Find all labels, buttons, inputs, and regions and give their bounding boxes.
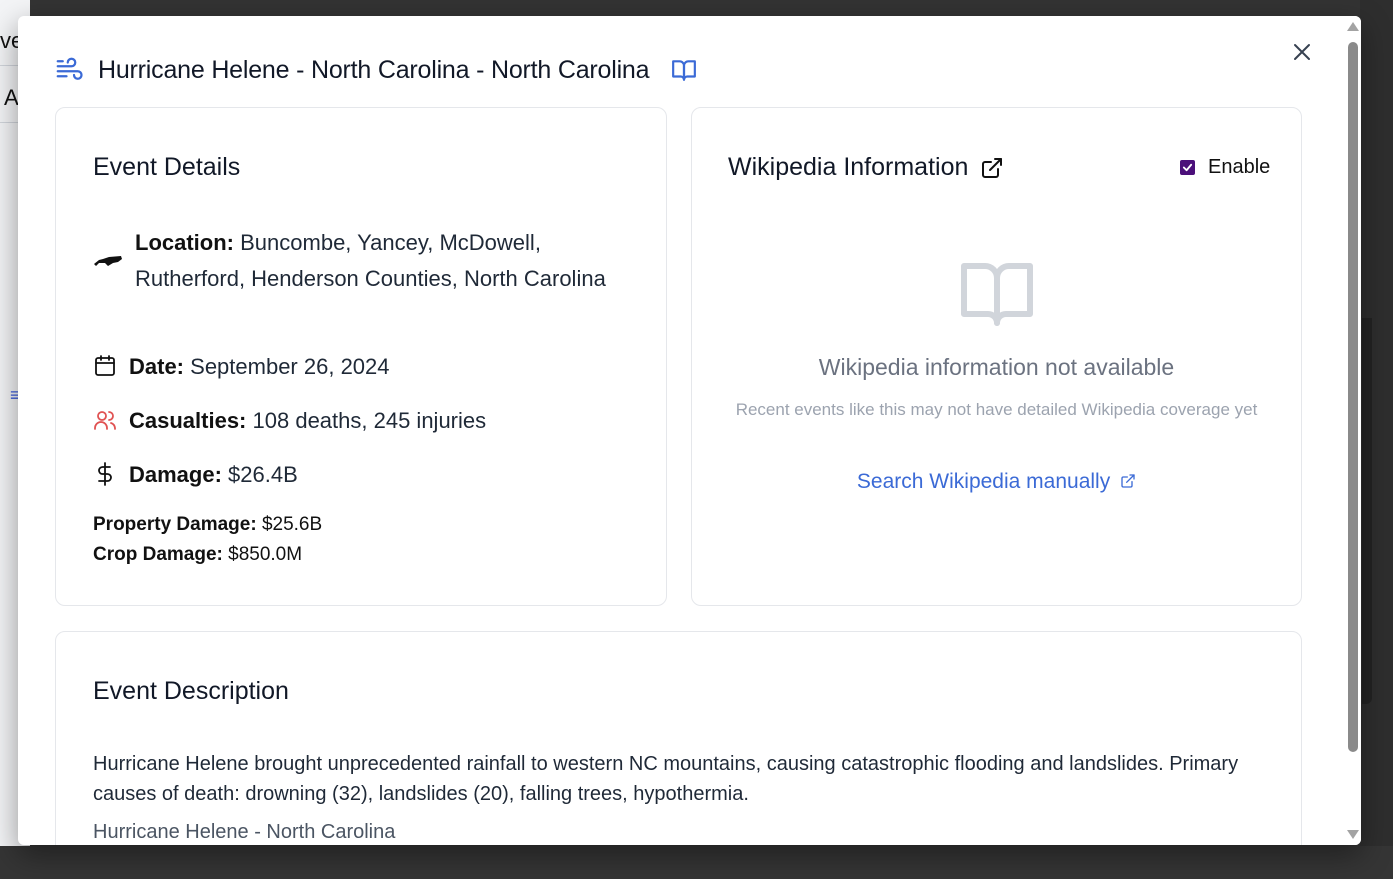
date-row: Date: September 26, 2024 — [93, 354, 390, 380]
location-label: Location: — [135, 230, 234, 255]
location-text: Location: Buncombe, Yancey, McDowell, Ru… — [135, 225, 613, 297]
event-description-card: Event Description Hurricane Helene broug… — [55, 631, 1302, 845]
wikipedia-unavailable-subtitle: Recent events like this may not have det… — [735, 400, 1258, 419]
users-icon — [94, 411, 116, 430]
event-details-heading: Event Details — [93, 153, 241, 181]
enable-toggle[interactable]: Enable — [1180, 156, 1270, 179]
property-damage-label: Property Damage: — [93, 514, 257, 535]
event-name: Hurricane Helene - North Carolina — [93, 821, 396, 843]
search-wikipedia-label: Search Wikipedia manually — [856, 470, 1111, 493]
scroll-up-arrow[interactable] — [1347, 22, 1359, 31]
crop-damage-row: Crop Damage: $850.0M — [93, 544, 302, 566]
background-page-right — [1360, 0, 1393, 879]
event-description-heading: Event Description — [93, 677, 289, 705]
external-link-icon[interactable] — [980, 156, 1004, 180]
background-text: A — [4, 85, 19, 110]
wikipedia-card: Wikipedia Information Enable Wikipedia i… — [691, 107, 1302, 606]
scrollbar-thumb[interactable] — [1348, 42, 1358, 752]
damage-label: Damage: — [129, 462, 222, 487]
date-value: September 26, 2024 — [190, 354, 390, 379]
scroll-down-arrow[interactable] — [1347, 830, 1359, 839]
property-damage-value: $25.6B — [261, 514, 323, 535]
calendar-icon — [95, 355, 115, 376]
crop-damage-label: Crop Damage: — [93, 544, 223, 565]
property-damage-row: Property Damage: $25.6B — [93, 514, 322, 536]
casualties-value: 108 deaths, 245 injuries — [252, 408, 487, 433]
casualties-label: Casualties: — [129, 408, 247, 433]
modal-scrollbar[interactable] — [1344, 16, 1361, 845]
background-panel — [1362, 318, 1372, 704]
close-icon — [1294, 44, 1310, 60]
damage-row: Damage: $26.4B — [93, 462, 298, 488]
close-button[interactable] — [1290, 40, 1314, 64]
modal-title: Hurricane Helene - North Carolina - Nort… — [98, 55, 650, 84]
event-details-card: Event Details Location: Buncombe, Yancey… — [55, 107, 667, 606]
location-row: Location: Buncombe, Yancey, McDowell, Ru… — [93, 225, 613, 297]
damage-value: $26.4B — [228, 462, 298, 487]
wikipedia-unavailable-title: Wikipedia information not available — [818, 354, 1175, 380]
crop-damage-value: $850.0M — [228, 544, 303, 565]
date-label: Date: — [129, 354, 185, 379]
casualties-row: Casualties: 108 deaths, 245 injuries — [93, 408, 486, 434]
event-description-text: Hurricane Helene brought unprecedented r… — [93, 753, 1239, 805]
external-link-icon — [1121, 474, 1135, 488]
event-modal: Hurricane Helene - North Carolina - Nort… — [18, 16, 1361, 845]
north-carolina-map-icon — [94, 256, 122, 266]
enable-checkbox[interactable] — [1180, 160, 1195, 175]
book-open-icon[interactable] — [671, 57, 697, 83]
search-wikipedia-link[interactable]: Search Wikipedia manually — [692, 470, 1301, 494]
dollar-icon — [98, 462, 112, 486]
book-open-icon — [961, 263, 1033, 326]
wind-icon — [56, 57, 83, 80]
wikipedia-title: Wikipedia Information — [728, 153, 1004, 182]
background-page-bottom — [0, 846, 1393, 879]
modal-header: Hurricane Helene - North Carolina - Nort… — [54, 52, 697, 88]
enable-label: Enable — [1208, 156, 1271, 178]
wikipedia-heading: Wikipedia Information — [728, 153, 969, 181]
